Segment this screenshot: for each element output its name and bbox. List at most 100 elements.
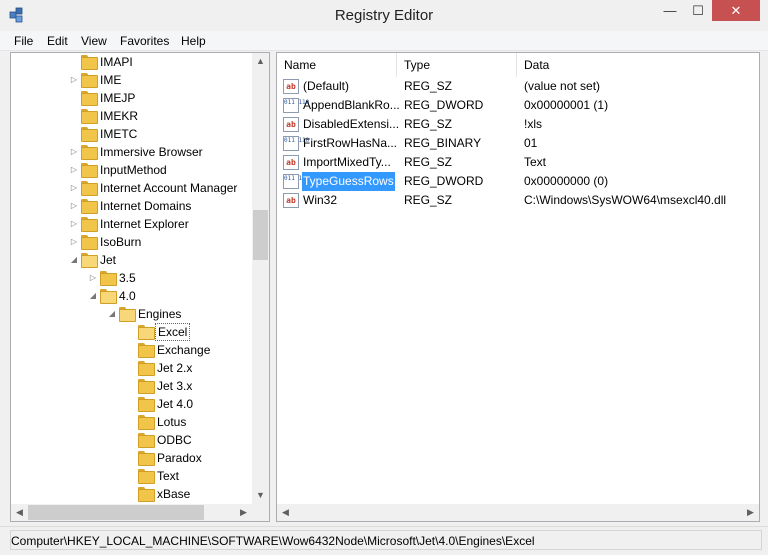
tree-hscroll-thumb[interactable] [28,505,204,520]
scroll-right-icon[interactable]: ▶ [742,504,759,521]
menu-favorites[interactable]: Favorites [120,34,169,48]
value-type: REG_SZ [404,117,453,131]
tree-item[interactable]: ▷ IME [11,71,252,89]
tree-item-label: Jet 4.0 [157,397,194,411]
collapse-arrow-icon[interactable]: ◢ [69,251,79,269]
tree-item[interactable]: Paradox [11,449,252,467]
folder-icon [138,379,155,394]
minimize-button[interactable]: — [656,0,684,21]
column-header-type[interactable]: Type [397,53,517,77]
expand-arrow-icon[interactable]: ▷ [69,143,79,161]
title-bar: Registry Editor — ☐ ✕ [0,0,768,30]
value-row[interactable]: 011 110 TypeGuessRows REG_DWORD 0x00000000 … [281,172,759,191]
tree-item[interactable]: IMEKR [11,107,252,125]
scroll-up-icon[interactable]: ▲ [252,53,269,70]
tree-item[interactable]: ▷ IsoBurn [11,233,252,251]
tree-vscroll-thumb[interactable] [253,210,268,260]
values-list-pane[interactable]: Name Type Data ab (Default) REG_SZ (value n… [276,52,760,522]
tree-item-label: InputMethod [100,163,167,177]
value-name: DisabledExtensi... [303,117,400,131]
tree-item[interactable]: Excel [11,323,252,341]
values-horizontal-scrollbar[interactable]: ◀ ▶ [277,504,759,521]
menu-file[interactable]: File [14,34,33,48]
column-header-name[interactable]: Name [277,53,397,77]
folder-icon [138,325,155,340]
tree-item-label: Jet 2.x [157,361,193,375]
value-row[interactable]: ab (Default) REG_SZ (value not set) [281,77,759,96]
value-type: REG_DWORD [404,98,484,112]
tree-item-label: IMETC [100,127,138,141]
value-row[interactable]: 011 110 FirstRowHasNa... REG_BINARY 01 [281,134,759,153]
value-name: FirstRowHasNa... [303,136,398,150]
collapse-arrow-icon[interactable]: ◢ [88,287,98,305]
expand-arrow-icon[interactable]: ▷ [88,269,98,287]
tree-item[interactable]: ▷ 3.5 [11,269,252,287]
tree-item[interactable]: xBase [11,485,252,503]
close-button[interactable]: ✕ [712,0,760,21]
folder-icon [138,451,155,466]
expand-arrow-icon[interactable]: ▷ [69,161,79,179]
expand-arrow-icon[interactable]: ▷ [69,215,79,233]
tree-item-label: Text [157,469,180,483]
status-bar: Computer\HKEY_LOCAL_MACHINE\SOFTWARE\Wow… [0,526,768,555]
expand-arrow-icon[interactable]: ▷ [69,233,79,251]
tree-item[interactable]: ◢ Engines [11,305,252,323]
tree-item[interactable]: Text [11,467,252,485]
tree-item[interactable]: ▷ Internet Account Manager [11,179,252,197]
tree-item[interactable]: IMAPI [11,53,252,71]
scroll-left-icon[interactable]: ◀ [277,504,294,521]
tree-item-label: 3.5 [119,271,136,285]
value-row[interactable]: ab Win32 REG_SZ C:\Windows\SysWOW64\msexcl4… [281,191,759,210]
collapse-arrow-icon[interactable]: ◢ [107,305,117,323]
scroll-right-icon[interactable]: ▶ [235,504,252,521]
menu-view[interactable]: View [81,34,107,48]
scroll-left-icon[interactable]: ◀ [11,504,28,521]
tree-item[interactable]: ▷ Internet Explorer [11,215,252,233]
value-type: REG_SZ [404,193,453,207]
tree-item[interactable]: Exchange [11,341,252,359]
tree-item[interactable]: IMEJP [11,89,252,107]
key-tree-pane[interactable]: IMAPI ▷ IME IMEJP IMEKR IMETC ▷ Immersive Brows… [10,52,270,522]
tree-item[interactable]: Jet 3.x [11,377,252,395]
tree-item[interactable]: ◢ 4.0 [11,287,252,305]
tree-item[interactable]: ▷ Immersive Browser [11,143,252,161]
tree-item[interactable]: IMETC [11,125,252,143]
tree-item[interactable]: Jet 4.0 [11,395,252,413]
tree-item[interactable]: ODBC [11,431,252,449]
tree-horizontal-scrollbar[interactable]: ◀ ▶ [11,504,252,521]
value-data: 0x00000001 (1) [524,98,609,112]
value-row[interactable]: ab DisabledExtensi... REG_SZ !xls [281,115,759,134]
folder-icon [81,145,98,160]
value-name: Win32 [303,193,338,207]
value-row[interactable]: ab ImportMixedTy... REG_SZ Text [281,153,759,172]
tree-item-label: Paradox [157,451,202,465]
tree-item[interactable]: ▷ InputMethod [11,161,252,179]
menu-help[interactable]: Help [181,34,206,48]
tree-item-label: Internet Domains [100,199,192,213]
folder-icon [138,415,155,430]
tree-item[interactable]: Lotus [11,413,252,431]
tree-item[interactable]: Jet 2.x [11,359,252,377]
tree-item[interactable]: ▷ Internet Domains [11,197,252,215]
column-header-data[interactable]: Data [517,53,759,77]
folder-icon [81,109,98,124]
value-data: Text [524,155,547,169]
maximize-button[interactable]: ☐ [684,0,712,21]
folder-icon [81,91,98,106]
tree-item-label: xBase [157,487,191,501]
expand-arrow-icon[interactable]: ▷ [69,197,79,215]
tree-item-label: IMAPI [100,55,133,69]
expand-arrow-icon[interactable]: ▷ [69,71,79,89]
string-value-icon: ab [283,155,299,170]
menu-edit[interactable]: Edit [47,34,68,48]
tree-item[interactable]: ◢ Jet [11,251,252,269]
scroll-down-icon[interactable]: ▼ [252,487,269,504]
value-type: REG_BINARY [404,136,482,150]
tree-vertical-scrollbar[interactable]: ▲ ▼ [252,53,269,504]
value-name: TypeGuessRows [302,172,395,191]
string-value-icon: ab [283,193,299,208]
expand-arrow-icon[interactable]: ▷ [69,179,79,197]
value-row[interactable]: 011 110 AppendBlankRo... REG_DWORD 0x000000… [281,96,759,115]
binary-value-icon: 011 110 [283,174,309,189]
tree-item-label: IME [100,73,122,87]
